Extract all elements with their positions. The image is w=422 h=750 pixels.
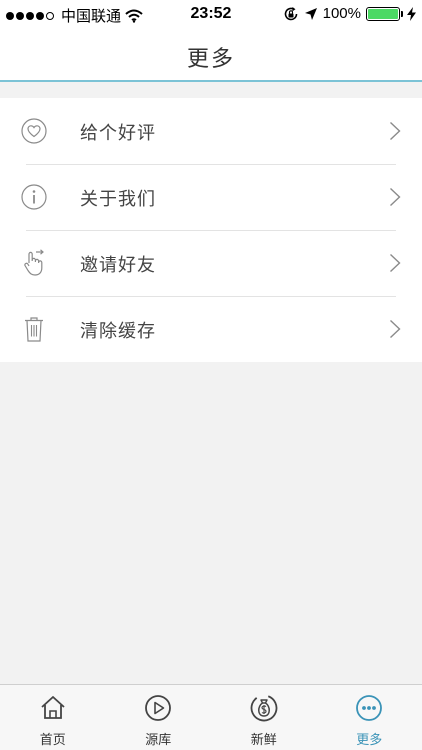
menu-list: 给个好评 关于我们 邀请好友 清除缓存 bbox=[0, 98, 422, 362]
menu-item-clear-cache[interactable]: 清除缓存 bbox=[0, 296, 422, 362]
menu-item-label: 给个好评 bbox=[80, 123, 156, 144]
chevron-right-icon bbox=[390, 187, 401, 207]
tab-bar: 首页 源库 新鲜 更多 bbox=[0, 684, 422, 750]
menu-item-label: 关于我们 bbox=[80, 189, 156, 210]
menu-item-rate[interactable]: 给个好评 bbox=[0, 98, 422, 164]
trash-icon bbox=[25, 317, 43, 342]
play-circle-icon bbox=[145, 695, 172, 721]
tab-more[interactable]: 更多 bbox=[317, 685, 422, 750]
rotation-lock-icon bbox=[284, 6, 297, 20]
chevron-right-icon bbox=[390, 253, 401, 273]
location-arrow-icon bbox=[304, 7, 317, 20]
battery-level-fill bbox=[368, 8, 398, 19]
tab-label: 源库 bbox=[145, 733, 172, 748]
chevron-right-icon bbox=[390, 121, 401, 141]
hand-pointer-icon bbox=[24, 249, 44, 276]
menu-item-invite[interactable]: 邀请好友 bbox=[0, 230, 422, 296]
tab-fresh[interactable]: 新鲜 bbox=[211, 685, 317, 750]
status-bar: 中国联通 23:52 100% bbox=[0, 0, 422, 28]
menu-item-about[interactable]: 关于我们 bbox=[0, 164, 422, 230]
battery-icon bbox=[366, 6, 403, 21]
tab-library[interactable]: 源库 bbox=[106, 685, 212, 750]
heart-icon bbox=[21, 118, 47, 144]
battery-percent: 100% bbox=[322, 5, 361, 22]
charging-bolt-icon bbox=[407, 6, 416, 21]
menu-item-label: 清除缓存 bbox=[80, 321, 156, 342]
tab-label: 首页 bbox=[39, 733, 66, 748]
page-title: 更多 bbox=[186, 47, 235, 72]
info-icon bbox=[21, 184, 47, 210]
tab-home[interactable]: 首页 bbox=[0, 685, 106, 750]
money-bag-icon bbox=[250, 694, 278, 722]
menu-item-label: 邀请好友 bbox=[80, 255, 156, 276]
tab-label: 更多 bbox=[356, 733, 383, 748]
home-icon bbox=[41, 696, 65, 719]
status-right: 100% bbox=[283, 5, 416, 22]
tab-label: 新鲜 bbox=[250, 733, 277, 748]
nav-bar: 更多 bbox=[0, 28, 422, 82]
chevron-right-icon bbox=[390, 319, 401, 339]
more-dots-icon bbox=[356, 695, 383, 721]
